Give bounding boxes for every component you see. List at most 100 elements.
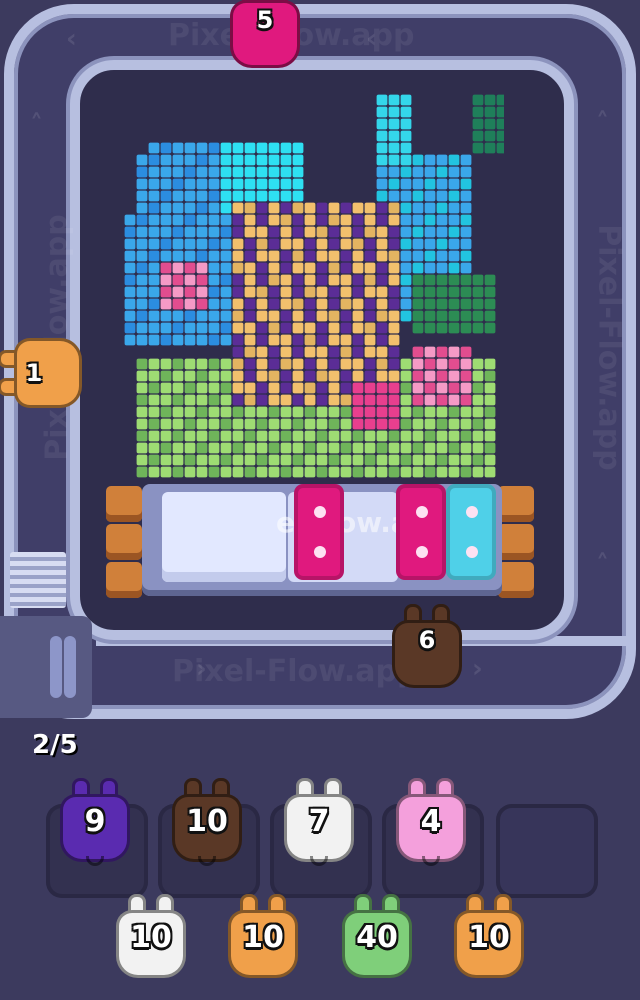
art-pixel	[412, 358, 424, 370]
art-pixel	[316, 226, 328, 238]
art-pixel	[376, 394, 388, 406]
art-pixel	[328, 262, 340, 274]
art-pixel	[148, 406, 160, 418]
art-pixel	[472, 466, 484, 478]
art-pixel	[148, 190, 160, 202]
art-pixel	[436, 394, 448, 406]
art-pixel	[256, 466, 268, 478]
art-pixel	[124, 274, 136, 286]
art-pixel	[448, 154, 460, 166]
art-pixel	[184, 214, 196, 226]
art-pixel	[340, 430, 352, 442]
art-pixel	[244, 226, 256, 238]
art-pixel	[172, 238, 184, 250]
conveyor-pig-left[interactable]: 1	[0, 334, 84, 412]
art-pixel	[256, 454, 268, 466]
conveyor-pig-top[interactable]: 5	[226, 0, 304, 70]
art-pixel	[304, 250, 316, 262]
pig-slot-5-empty[interactable]	[496, 804, 598, 898]
art-pixel	[256, 286, 268, 298]
art-pixel	[268, 418, 280, 430]
waiting-pig[interactable]: 40	[338, 894, 416, 980]
art-pixel	[388, 250, 400, 262]
art-pixel	[496, 106, 504, 118]
art-pixel	[436, 262, 448, 274]
art-pixel	[280, 238, 292, 250]
art-pixel	[448, 454, 460, 466]
art-pixel	[136, 202, 148, 214]
art-pixel	[424, 286, 436, 298]
art-pixel	[160, 454, 172, 466]
slot-pig[interactable]: 7	[280, 778, 358, 866]
art-pixel	[316, 250, 328, 262]
art-pixel	[124, 298, 136, 310]
art-pixel	[160, 214, 172, 226]
tray-tile[interactable]	[396, 484, 446, 580]
conveyor-pig-bottom[interactable]: 6	[388, 604, 466, 690]
art-pixel	[328, 394, 340, 406]
art-pixel	[124, 238, 136, 250]
art-pixel	[424, 370, 436, 382]
art-pixel	[412, 202, 424, 214]
art-pixel	[256, 178, 268, 190]
art-pixel	[220, 202, 232, 214]
art-pixel	[280, 334, 292, 346]
art-pixel	[388, 118, 400, 130]
art-pixel	[484, 370, 496, 382]
slot-pig[interactable]: 9	[56, 778, 134, 866]
art-pixel	[352, 274, 364, 286]
art-pixel	[292, 214, 304, 226]
art-pixel	[400, 142, 412, 154]
art-pixel	[208, 226, 220, 238]
art-pixel	[316, 274, 328, 286]
art-pixel	[304, 214, 316, 226]
art-pixel	[160, 262, 172, 274]
art-pixel	[388, 286, 400, 298]
art-pixel	[268, 154, 280, 166]
art-pixel	[400, 226, 412, 238]
art-pixel	[304, 382, 316, 394]
art-pixel	[472, 394, 484, 406]
slot-pig[interactable]: 10	[168, 778, 246, 866]
art-pixel	[388, 370, 400, 382]
waiting-pig[interactable]: 10	[224, 894, 302, 980]
tray-tile[interactable]	[446, 484, 496, 580]
art-pixel	[460, 430, 472, 442]
art-pixel	[256, 310, 268, 322]
art-pixel	[256, 394, 268, 406]
art-pixel	[280, 418, 292, 430]
art-pixel	[220, 382, 232, 394]
art-pixel	[184, 394, 196, 406]
art-pixel	[244, 394, 256, 406]
art-pixel	[244, 466, 256, 478]
art-pixel	[412, 226, 424, 238]
art-pixel	[172, 202, 184, 214]
art-pixel	[460, 406, 472, 418]
art-pixel	[172, 430, 184, 442]
art-pixel	[448, 178, 460, 190]
art-pixel	[364, 310, 376, 322]
art-pixel	[160, 442, 172, 454]
art-pixel	[124, 310, 136, 322]
slot-pig[interactable]: 4	[392, 778, 470, 866]
art-pixel	[472, 286, 484, 298]
waiting-pig[interactable]: 10	[112, 894, 190, 980]
tray-tile[interactable]	[294, 484, 344, 580]
art-pixel	[472, 370, 484, 382]
art-pixel	[352, 442, 364, 454]
art-pixel	[400, 286, 412, 298]
art-pixel	[364, 298, 376, 310]
art-pixel	[148, 238, 160, 250]
art-pixel	[280, 298, 292, 310]
art-pixel	[424, 178, 436, 190]
art-pixel	[244, 346, 256, 358]
art-pixel	[484, 406, 496, 418]
art-pixel	[208, 466, 220, 478]
art-pixel	[436, 346, 448, 358]
art-pixel	[436, 430, 448, 442]
art-pixel	[292, 310, 304, 322]
waiting-pig[interactable]: 10	[450, 894, 528, 980]
art-pixel	[268, 454, 280, 466]
art-pixel	[328, 454, 340, 466]
art-pixel	[304, 370, 316, 382]
